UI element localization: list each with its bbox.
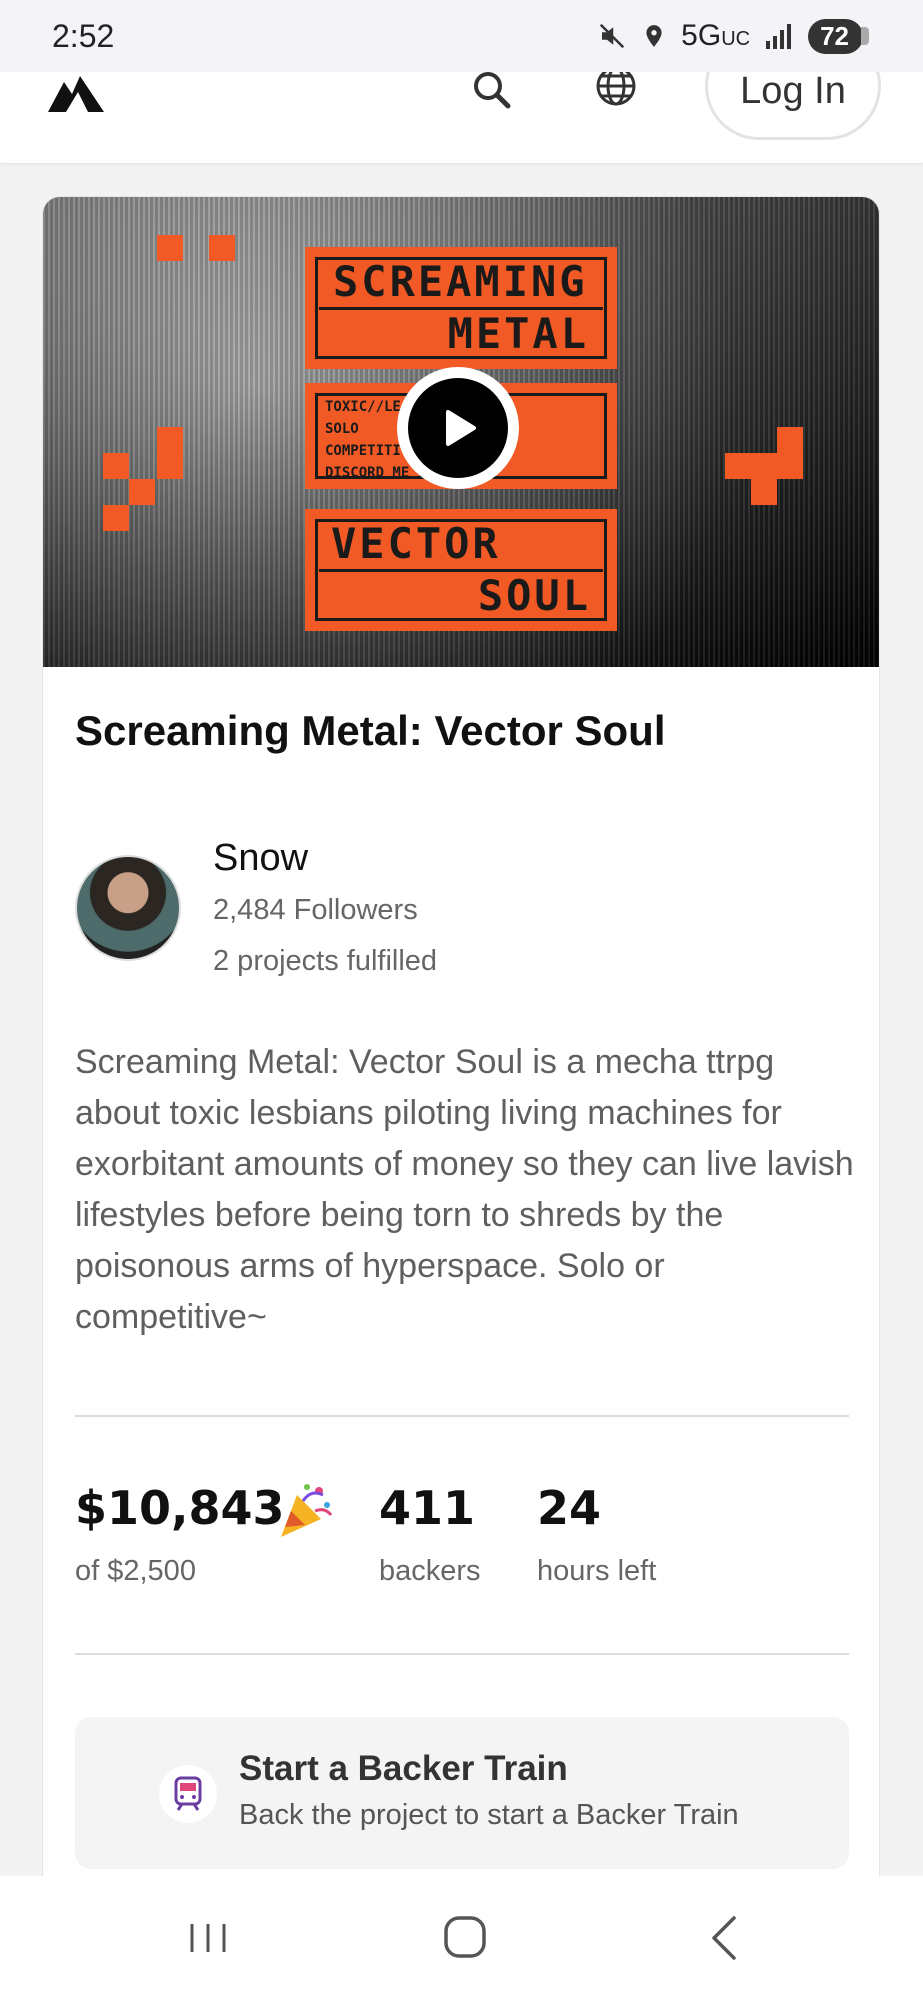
pledged-amount: $10,843 (75, 1481, 285, 1535)
pixel-decoration (751, 479, 777, 505)
poster-subtitle-box: VECTOR SOUL (305, 509, 617, 631)
divider (75, 1653, 849, 1655)
time-left-label: hours left (537, 1555, 657, 1587)
poster-info-row: COMPETITI (325, 443, 401, 459)
creator-followers: 2,484 Followers (213, 894, 418, 926)
status-bar: 2:52 5GUC 72 (0, 0, 923, 72)
poster-info-row: SOLO (325, 421, 359, 437)
recent-apps-icon[interactable] (178, 1908, 238, 1968)
pixel-decoration (777, 427, 803, 453)
network-label: 5GUC (681, 19, 751, 52)
status-icons: 5GUC 72 (597, 18, 869, 54)
creator-name[interactable]: Snow (213, 837, 308, 880)
time-left-value: 24 (537, 1481, 602, 1535)
creator-avatar[interactable] (75, 855, 181, 961)
battery-indicator: 72 (808, 18, 869, 54)
backer-train-banner[interactable]: Start a Backer Train Back the project to… (75, 1717, 849, 1869)
pixel-decoration (777, 453, 803, 479)
party-popper-icon (281, 1484, 333, 1537)
site-header: Log In (0, 32, 923, 164)
location-icon (646, 25, 662, 47)
creator-projects-fulfilled: 2 projects fulfilled (213, 945, 438, 977)
project-card: SCREAMING METAL TOXIC//LE HA-TTRPG SOLO … (42, 196, 880, 2000)
pixel-decoration (103, 453, 129, 479)
backers-label: backers (379, 1555, 481, 1587)
globe-icon[interactable] (592, 72, 640, 120)
back-icon[interactable] (694, 1908, 754, 1968)
pixel-decoration (209, 235, 235, 261)
poster-title-line1: SCREAMING (333, 257, 588, 306)
home-icon[interactable] (434, 1908, 494, 1968)
train-icon (159, 1765, 217, 1823)
pixel-decoration (157, 453, 183, 479)
divider (75, 1415, 849, 1417)
play-video-button[interactable] (397, 367, 519, 489)
mute-icon (600, 23, 625, 49)
pixel-decoration (129, 479, 155, 505)
play-icon (446, 410, 476, 446)
kickstarter-logo-icon[interactable] (48, 72, 104, 112)
signal-icon (766, 24, 792, 49)
pixel-decoration (157, 235, 183, 261)
backers-count: 411 (379, 1481, 476, 1535)
system-nav-bar (0, 1876, 923, 2000)
project-video-thumbnail[interactable]: SCREAMING METAL TOXIC//LE HA-TTRPG SOLO … (43, 197, 879, 667)
project-title[interactable]: Screaming Metal: Vector Soul (75, 707, 666, 755)
pixel-decoration (157, 427, 183, 453)
search-icon[interactable] (470, 72, 514, 116)
pixel-decoration (103, 505, 129, 531)
pixel-decoration (751, 453, 777, 479)
poster-subtitle-line2: SOUL (477, 571, 591, 620)
funding-goal: of $2,500 (75, 1555, 196, 1587)
poster-title-box: SCREAMING METAL (305, 247, 617, 369)
pixel-decoration (725, 453, 751, 479)
backer-train-title: Start a Backer Train (239, 1749, 568, 1788)
backer-train-subtitle: Back the project to start a Backer Train (239, 1799, 739, 1831)
poster-subtitle-line1: VECTOR (331, 519, 501, 568)
poster-title-line2: METAL (447, 309, 589, 358)
project-blurb: Screaming Metal: Vector Soul is a mecha … (75, 1043, 854, 1336)
status-time: 2:52 (52, 17, 115, 54)
